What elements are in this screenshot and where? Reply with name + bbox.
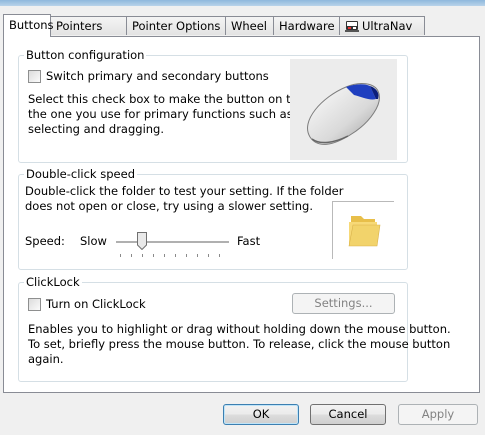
speed-slider-thumb[interactable]: [137, 232, 147, 251]
double-click-description-line: Double-click the folder to test your set…: [25, 184, 344, 198]
tab-label: Wheel: [231, 19, 268, 33]
ok-button[interactable]: OK: [223, 404, 299, 425]
test-folder-area[interactable]: [332, 201, 394, 259]
speed-slider-track[interactable]: [116, 241, 229, 244]
fast-label: Fast: [237, 234, 261, 248]
button-config-description-line: the one you use for primary functions su…: [28, 107, 293, 121]
mouse-icon: [307, 83, 380, 145]
ultranav-icon: [345, 19, 359, 33]
group-title: ClickLock: [24, 275, 82, 289]
double-click-description-line: does not open or close, try using a slow…: [25, 199, 313, 213]
folder-icon: [348, 216, 381, 247]
button-config-description-line: selecting and dragging.: [28, 122, 165, 136]
button-configuration-group: Button configuration Switch primary and …: [18, 48, 408, 163]
clicklock-label[interactable]: Turn on ClickLock: [46, 297, 146, 312]
slider-tick: [208, 254, 209, 257]
slider-tick: [120, 254, 121, 257]
tab-wheel[interactable]: Wheel: [225, 16, 274, 35]
group-title: Double-click speed: [24, 167, 137, 181]
slider-tick: [164, 254, 165, 257]
tab-pointer-options[interactable]: Pointer Options: [126, 16, 226, 35]
slider-tick: [219, 254, 220, 257]
clicklock-settings-button[interactable]: Settings...: [292, 293, 395, 314]
clicklock-description-line: Enables you to highlight or drag without…: [28, 322, 451, 336]
tab-pointers[interactable]: Pointers: [50, 16, 127, 35]
mouse-preview: [290, 59, 397, 160]
group-title: Button configuration: [24, 48, 147, 62]
tab-label: Hardware: [279, 19, 335, 33]
slider-tick: [153, 254, 154, 257]
slider-tick: [131, 254, 132, 257]
switch-buttons-label[interactable]: Switch primary and secondary buttons: [46, 69, 269, 84]
speed-label: Speed:: [25, 234, 65, 248]
tab-label: UltraNav: [362, 19, 413, 33]
window-title-strip: [0, 0, 485, 6]
slider-tick: [142, 254, 143, 257]
slider-tick: [175, 254, 176, 257]
dialog-footer: OK Cancel Apply: [0, 393, 485, 435]
switch-buttons-checkbox[interactable]: [28, 70, 41, 83]
apply-button[interactable]: Apply: [398, 404, 478, 425]
double-click-speed-group: Double-click speed Double-click the fold…: [18, 167, 408, 270]
cancel-button[interactable]: Cancel: [310, 404, 386, 425]
tab-panel-buttons: Button configuration Switch primary and …: [3, 36, 480, 393]
slow-label: Slow: [80, 234, 107, 248]
tab-label: Buttons: [9, 18, 54, 32]
tab-hardware[interactable]: Hardware: [273, 16, 340, 35]
clicklock-group: ClickLock Turn on ClickLock Settings... …: [18, 275, 451, 382]
slider-tick: [186, 254, 187, 257]
tab-label: Pointer Options: [132, 19, 221, 33]
tab-ultranav[interactable]: UltraNav: [339, 16, 425, 35]
tab-label: Pointers: [56, 19, 103, 33]
clicklock-checkbox[interactable]: [28, 298, 41, 311]
slider-tick: [197, 254, 198, 257]
clicklock-description-line: again.: [28, 352, 64, 366]
tab-buttons[interactable]: Buttons: [3, 14, 54, 37]
clicklock-description-line: To set, briefly press the mouse button. …: [28, 337, 451, 351]
